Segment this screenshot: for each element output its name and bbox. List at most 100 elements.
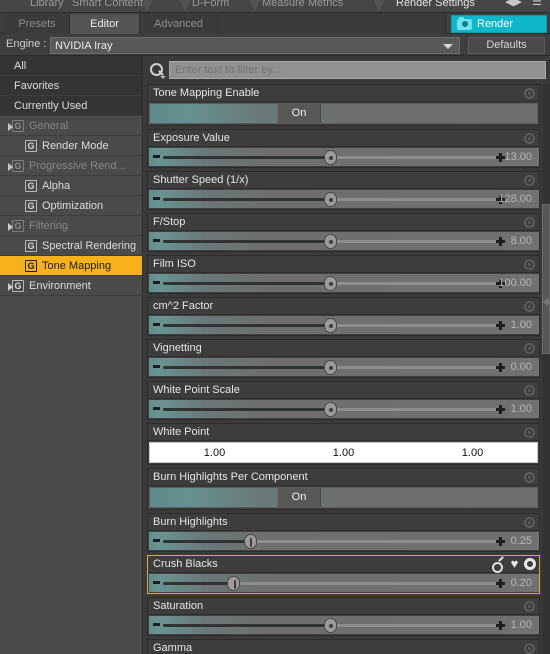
slider-track[interactable]: [163, 582, 497, 585]
slider-value[interactable]: 0.00: [487, 358, 539, 376]
defaults-button[interactable]: Defaults: [468, 37, 545, 54]
slider-value[interactable]: 8.00: [487, 232, 539, 250]
decrement-button[interactable]: [153, 197, 160, 200]
sidebar-item-spectral-rendering[interactable]: G Spectral Rendering: [0, 236, 142, 256]
slider-value[interactable]: 0.20: [487, 574, 539, 592]
tab-advanced[interactable]: Advanced: [140, 14, 218, 34]
slider-value[interactable]: 1.00: [487, 400, 539, 418]
slider-vignetting[interactable]: 0.00: [149, 358, 539, 376]
pane-tab-measure-metrics[interactable]: Measure Metrics: [262, 0, 343, 12]
slider-white-point-scale[interactable]: 1.00: [149, 400, 539, 418]
slider-crush-blacks[interactable]: 0.20: [149, 574, 539, 592]
link-icon[interactable]: [492, 558, 505, 573]
decrement-button[interactable]: [153, 239, 160, 242]
sidebar-item-render-mode[interactable]: G Render Mode: [0, 136, 142, 156]
expand-triangle-icon[interactable]: [8, 283, 13, 291]
slider-value[interactable]: 100.00: [487, 274, 539, 292]
decrement-button[interactable]: [153, 407, 160, 410]
slider-thumb[interactable]: [324, 276, 337, 291]
sidebar-item-progressive-rend[interactable]: G Progressive Rend...: [0, 156, 142, 176]
pane-tab-render-settings[interactable]: Render Settings: [396, 0, 475, 12]
slider-film-iso[interactable]: 100.00: [149, 274, 539, 292]
expand-triangle-icon[interactable]: [8, 123, 13, 131]
sidebar-item-tone-mapping[interactable]: G Tone Mapping: [0, 256, 142, 276]
pane-menu-icon[interactable]: ☰: [532, 0, 542, 8]
slider-value[interactable]: 128.00: [487, 190, 539, 208]
gear-icon[interactable]: [524, 217, 535, 228]
gear-icon[interactable]: [524, 601, 535, 612]
gear-icon[interactable]: [524, 472, 535, 483]
decrement-button[interactable]: [153, 281, 160, 284]
slider-f-stop[interactable]: 8.00: [149, 232, 539, 250]
slider-thumb[interactable]: [227, 576, 241, 591]
slider-thumb[interactable]: [243, 534, 257, 549]
scrollbar-thumb[interactable]: [542, 204, 550, 354]
gear-icon[interactable]: [524, 558, 536, 570]
slider-cm-2-factor[interactable]: 1.00: [149, 316, 539, 334]
tab-editor[interactable]: Editor: [70, 14, 140, 34]
tab-presets[interactable]: Presets: [5, 14, 70, 34]
decrement-button[interactable]: [153, 155, 160, 158]
value-field-b[interactable]: 1.00: [408, 447, 537, 459]
sidebar-item-favorites[interactable]: Favorites: [0, 76, 142, 96]
gear-icon[interactable]: [524, 133, 535, 144]
gear-icon[interactable]: [524, 259, 535, 270]
slider-shutter-speed-1-x[interactable]: 128.00: [149, 190, 539, 208]
gear-icon[interactable]: [524, 88, 535, 99]
slider-exposure-value[interactable]: 13.00: [149, 148, 539, 166]
sidebar-item-currently-used[interactable]: Currently Used: [0, 96, 142, 116]
render-button[interactable]: Render: [451, 15, 547, 33]
slider-thumb[interactable]: [324, 318, 337, 333]
slider-thumb[interactable]: [324, 618, 337, 633]
sidebar-item-optimization[interactable]: G Optimization: [0, 196, 142, 216]
pane-tab-smart-content[interactable]: Smart Content: [72, 0, 143, 12]
pane-nav-arrows-icon[interactable]: ◀▶: [505, 0, 522, 8]
slider-saturation[interactable]: 1.00: [149, 616, 539, 634]
slider-value[interactable]: 0.25: [487, 532, 539, 550]
slider-thumb[interactable]: [324, 360, 337, 375]
slider-value[interactable]: 13.00: [487, 148, 539, 166]
slider-thumb[interactable]: [324, 402, 337, 417]
pane-tab-library[interactable]: Library: [30, 0, 64, 12]
gear-icon[interactable]: [524, 427, 535, 438]
engine-dropdown[interactable]: NVIDIA Iray: [50, 37, 460, 54]
triple-input-white-point[interactable]: 1.00 1.00 1.00: [149, 442, 538, 463]
sidebar-item-alpha[interactable]: G Alpha: [0, 176, 142, 196]
search-icon[interactable]: [148, 62, 166, 79]
decrement-button[interactable]: [153, 581, 160, 584]
gear-icon[interactable]: [524, 343, 535, 354]
decrement-button[interactable]: [153, 539, 160, 542]
search-input[interactable]: [169, 61, 546, 79]
gear-icon[interactable]: [524, 385, 535, 396]
gear-icon[interactable]: [524, 301, 535, 312]
value-field-g[interactable]: 1.00: [279, 447, 408, 459]
sidebar-item-all[interactable]: All: [0, 56, 142, 76]
slider-burn-highlights[interactable]: 0.25: [149, 532, 539, 550]
sidebar-item-general[interactable]: G General: [0, 116, 142, 136]
pane-tab-d-form[interactable]: D-Form: [192, 0, 229, 12]
slider-thumb[interactable]: [324, 192, 337, 207]
slider-thumb[interactable]: [324, 234, 337, 249]
slider-value[interactable]: 1.00: [487, 316, 539, 334]
gear-icon[interactable]: [524, 517, 535, 528]
sidebar-item-environment[interactable]: G Environment: [0, 276, 142, 296]
decrement-button[interactable]: [153, 623, 160, 626]
heart-icon[interactable]: ♥: [508, 557, 521, 570]
slider-thumb[interactable]: [324, 150, 337, 165]
toggle-burn-highlights-per-component[interactable]: On: [149, 487, 538, 508]
expand-triangle-icon[interactable]: [8, 163, 13, 171]
gear-icon[interactable]: [524, 175, 535, 186]
slider-track[interactable]: [163, 540, 497, 543]
value-field-r[interactable]: 1.00: [150, 447, 279, 459]
toggle-knob[interactable]: On: [277, 488, 321, 507]
scroll-right-arrow-icon[interactable]: [546, 298, 550, 306]
toggle-knob[interactable]: On: [277, 104, 321, 123]
vertical-scrollbar[interactable]: [542, 84, 550, 654]
toggle-tone-mapping-enable[interactable]: On: [149, 103, 538, 124]
gear-icon[interactable]: [524, 643, 535, 654]
sidebar-item-filtering[interactable]: G Filtering: [0, 216, 142, 236]
decrement-button[interactable]: [153, 323, 160, 326]
decrement-button[interactable]: [153, 365, 160, 368]
expand-triangle-icon[interactable]: [8, 223, 13, 231]
slider-value[interactable]: 1.00: [487, 616, 539, 634]
